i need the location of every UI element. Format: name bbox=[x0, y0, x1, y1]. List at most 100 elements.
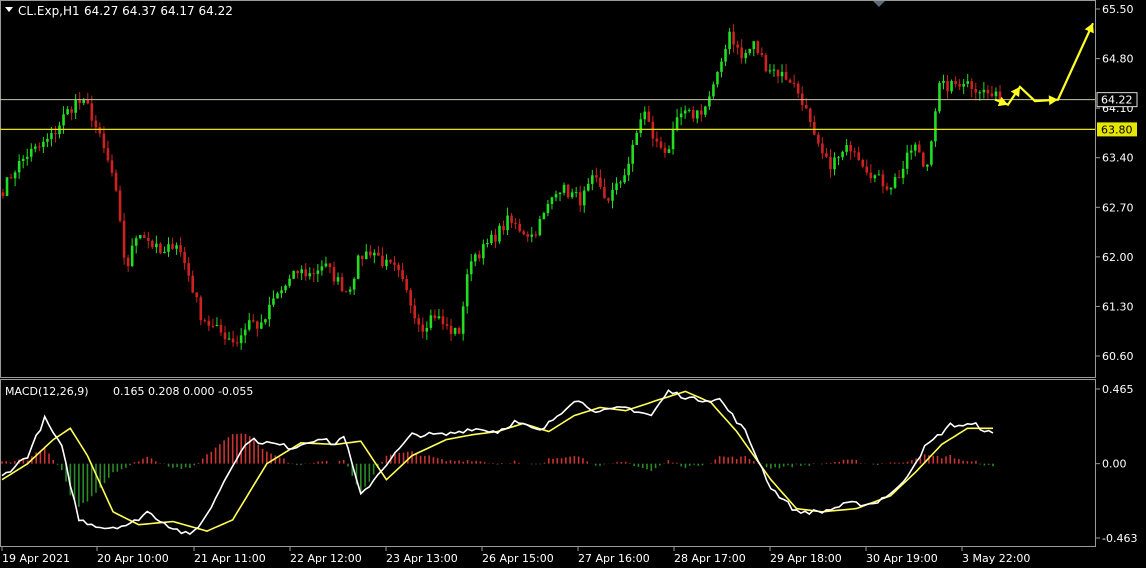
macd-tick-label: 0.00 bbox=[1102, 458, 1127, 471]
candle-body bbox=[369, 251, 372, 256]
support-level-label: 63.80 bbox=[1101, 123, 1133, 136]
candle-body bbox=[966, 81, 970, 84]
candle-body bbox=[736, 44, 739, 48]
candle-body bbox=[191, 275, 195, 293]
candle-body bbox=[340, 277, 344, 292]
candle-body bbox=[445, 324, 449, 326]
candle-body bbox=[477, 254, 481, 259]
candle-body bbox=[251, 320, 255, 322]
candle-body bbox=[506, 215, 509, 231]
candle-body bbox=[659, 141, 663, 148]
candle-body bbox=[17, 160, 21, 173]
candle-body bbox=[381, 255, 384, 267]
candle-body bbox=[909, 150, 913, 153]
time-tick-label: 28 Apr 17:00 bbox=[674, 552, 746, 565]
candle-body bbox=[405, 279, 408, 291]
candle-body bbox=[708, 96, 711, 107]
price-tick-label: 61.30 bbox=[1102, 300, 1134, 313]
candle-body bbox=[82, 99, 86, 104]
candle-body bbox=[885, 186, 889, 190]
candle-body bbox=[364, 251, 368, 260]
candle-body bbox=[518, 223, 521, 232]
candle-body bbox=[344, 291, 348, 293]
candle-body bbox=[970, 81, 974, 90]
candle-body bbox=[857, 152, 861, 160]
candle-body bbox=[163, 251, 166, 254]
candle-body bbox=[397, 264, 400, 271]
candle-body bbox=[586, 183, 590, 191]
candle-body bbox=[881, 174, 885, 187]
candle-body bbox=[413, 305, 417, 319]
candle-body bbox=[223, 332, 227, 340]
candle-body bbox=[667, 149, 671, 153]
price-tick-label: 64.80 bbox=[1102, 53, 1134, 66]
candle-body bbox=[429, 315, 433, 328]
candle-body bbox=[946, 80, 949, 92]
candle-body bbox=[732, 31, 735, 45]
candle-body bbox=[792, 82, 796, 84]
candle-body bbox=[425, 327, 429, 332]
candle-body bbox=[611, 189, 614, 201]
candle-body bbox=[473, 254, 477, 262]
candle-body bbox=[780, 71, 784, 77]
chart-canvas[interactable]: CL.Exp,H1 64.27 64.37 64.17 64.22 65.50 6… bbox=[0, 0, 1146, 568]
candle-body bbox=[78, 100, 81, 104]
candle-body bbox=[683, 110, 687, 114]
candle-body bbox=[962, 83, 965, 87]
candle-body bbox=[296, 270, 299, 274]
candle-body bbox=[268, 304, 271, 320]
candle-body bbox=[272, 298, 275, 305]
candle-body bbox=[409, 290, 412, 306]
candle-body bbox=[183, 252, 186, 264]
candle-body bbox=[142, 235, 146, 238]
candle-body bbox=[280, 290, 283, 294]
candle-body bbox=[748, 49, 752, 53]
candle-body bbox=[433, 315, 437, 319]
candle-body bbox=[50, 133, 53, 139]
candle-body bbox=[239, 335, 243, 344]
candle-body bbox=[635, 132, 639, 145]
candle-body bbox=[215, 324, 219, 326]
candle-body bbox=[663, 147, 667, 153]
candle-body bbox=[796, 83, 800, 94]
candle-body bbox=[877, 174, 881, 176]
candle-body bbox=[441, 316, 445, 325]
candle-body bbox=[982, 89, 986, 93]
candle-body bbox=[179, 245, 182, 253]
candle-body bbox=[138, 235, 142, 239]
candle-body bbox=[744, 52, 748, 59]
time-tick-label: 3 May 22:00 bbox=[962, 552, 1030, 565]
candle-body bbox=[950, 81, 953, 92]
candle-body bbox=[320, 266, 324, 271]
candle-body bbox=[740, 47, 743, 59]
candle-body bbox=[700, 110, 703, 115]
candle-body bbox=[187, 263, 190, 276]
candle-body bbox=[42, 141, 45, 147]
candle-body bbox=[437, 316, 441, 319]
time-tick-label: 19 Apr 2021 bbox=[2, 552, 70, 565]
candle-body bbox=[284, 285, 287, 291]
candle-body bbox=[788, 79, 792, 83]
candle-body bbox=[562, 184, 566, 193]
candle-body bbox=[889, 187, 893, 190]
candle-body bbox=[114, 172, 118, 191]
candle-body bbox=[675, 117, 679, 129]
candle-body bbox=[582, 190, 586, 206]
time-tick-label: 22 Apr 12:00 bbox=[290, 552, 362, 565]
candle-body bbox=[373, 252, 376, 256]
candle-body bbox=[893, 177, 897, 188]
candle-body bbox=[825, 153, 828, 157]
time-tick-label: 21 Apr 11:00 bbox=[194, 552, 266, 565]
candle-body bbox=[655, 138, 659, 142]
chart-background bbox=[0, 0, 1146, 568]
candle-body bbox=[328, 263, 332, 268]
price-tick-label: 62.70 bbox=[1102, 201, 1134, 214]
candle-body bbox=[449, 325, 453, 334]
candle-body bbox=[300, 269, 303, 274]
candle-body bbox=[360, 255, 364, 260]
candle-body bbox=[760, 53, 764, 56]
candle-body bbox=[603, 186, 606, 199]
time-tick-label: 26 Apr 15:00 bbox=[482, 552, 554, 565]
candle-body bbox=[62, 114, 65, 126]
candle-body bbox=[534, 234, 538, 236]
